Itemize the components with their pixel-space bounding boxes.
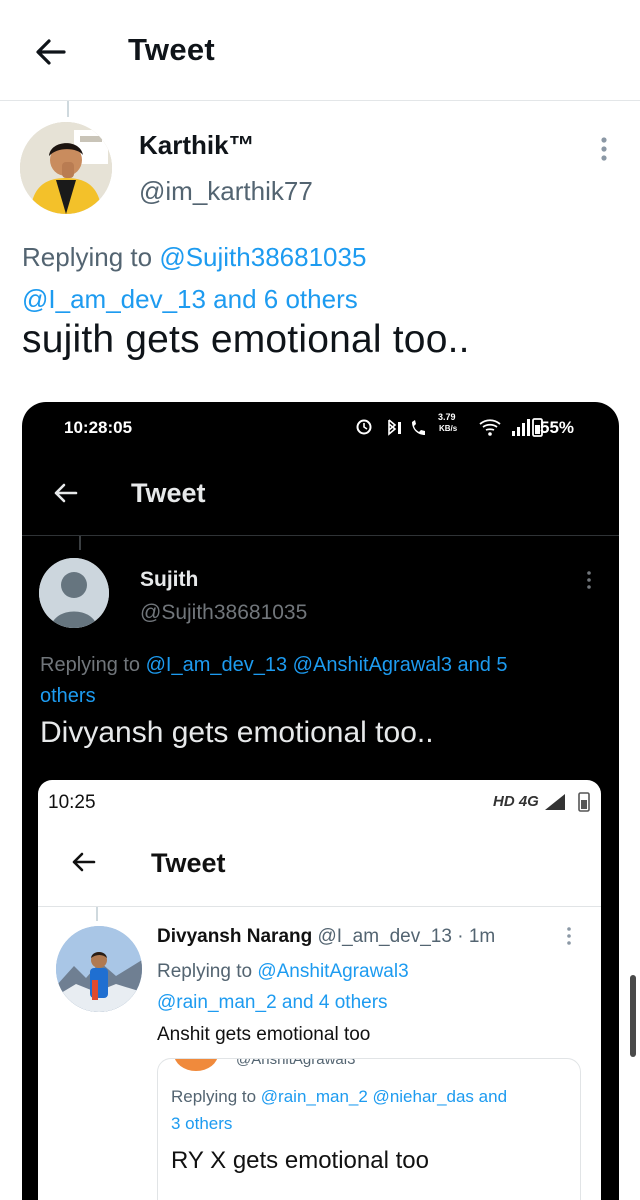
- tweet-text: sujith gets emotional too..: [22, 318, 470, 361]
- arrow-left-icon: [50, 478, 80, 508]
- mention-link: @rain_man_2 @niehar_das and: [260, 1087, 508, 1106]
- avatar: [174, 1059, 218, 1071]
- embedded-replying-to: Replying to @I_am_dev_13 @AnshitAgrawal3…: [40, 650, 600, 712]
- scrollbar[interactable]: [630, 975, 636, 1057]
- top-bar: Tweet: [0, 0, 640, 101]
- more-vertical-icon: [564, 926, 574, 946]
- net-speed: 3.79: [438, 412, 456, 422]
- status-time: 10:25: [48, 792, 96, 813]
- divider: [38, 906, 601, 907]
- replying-to: Replying to @Sujith38681035 @I_am_dev_13…: [22, 236, 622, 320]
- signal-battery-icon: [543, 790, 597, 814]
- embedded-tweet-text: RY X gets emotional too: [171, 1147, 429, 1174]
- embedded-author-handle: @I_am_dev_13 · 1m: [317, 926, 496, 947]
- status-time: 10:28:05: [64, 418, 133, 437]
- thread-connector: [79, 536, 81, 550]
- more-vertical-icon[interactable]: [596, 136, 612, 162]
- avatar: [56, 926, 142, 1012]
- embedded-tweet-text: Divyansh gets emotional too..: [40, 716, 434, 749]
- embedded-replying-to: Replying to @AnshitAgrawal3 @rain_man_2 …: [157, 956, 557, 1018]
- mention-link[interactable]: @Sujith38681035: [159, 242, 366, 272]
- battery-percent: 55%: [540, 418, 575, 437]
- embedded-tweet-text: Anshit gets emotional too: [157, 1024, 371, 1045]
- arrow-left-icon[interactable]: [30, 32, 70, 72]
- thread-connector: [67, 101, 69, 117]
- mention-link: others: [40, 685, 96, 707]
- author-name[interactable]: Karthik™: [139, 130, 255, 161]
- replying-prefix: Replying to: [171, 1087, 257, 1106]
- default-avatar-icon: [39, 558, 109, 628]
- clipped-handle: @AnshitAgrawal3: [236, 1058, 356, 1068]
- arrow-left-icon: [68, 847, 98, 877]
- replying-prefix: Replying to: [157, 961, 253, 982]
- embedded-page-title: Tweet: [131, 478, 206, 508]
- embedded-author-handle: @Sujith38681035: [140, 601, 308, 624]
- embedded-media-image: 10:25 HD 4G Tweet Divyansh Narang @I_am_…: [38, 780, 601, 1200]
- page-title: Tweet: [128, 32, 216, 67]
- avatar[interactable]: [20, 122, 112, 214]
- embedded-author-name: Divyansh Narang: [157, 926, 313, 947]
- mention-link[interactable]: @I_am_dev_13 and 6 others: [22, 284, 358, 314]
- mention-link: 3 others: [171, 1114, 233, 1133]
- embedded-author-name: Sujith: [140, 568, 199, 591]
- replying-prefix: Replying to: [22, 242, 153, 272]
- more-vertical-icon: [584, 570, 594, 590]
- network-indicator: HD 4G: [493, 793, 539, 810]
- embedded-author-line: Divyansh Narang @I_am_dev_13 · 1m: [157, 926, 495, 948]
- author-handle[interactable]: @im_karthik77: [139, 176, 313, 207]
- embedded-replying-to: Replying to @rain_man_2 @niehar_das and …: [171, 1083, 571, 1137]
- thread-connector: [96, 907, 98, 921]
- net-speed-unit: KB/s: [439, 424, 458, 433]
- embedded-page-title: Tweet: [151, 848, 226, 878]
- embedded-media-image: @AnshitAgrawal3 Replying to @rain_man_2 …: [157, 1058, 581, 1200]
- replying-prefix: Replying to: [40, 654, 141, 676]
- mention-link: @I_am_dev_13 @AnshitAgrawal3 and 5: [145, 654, 508, 676]
- mention-link: @AnshitAgrawal3: [257, 961, 409, 982]
- tweet-media-image[interactable]: 10:28:05 3.79 KB/s 55% Tweet Sujith @Suj…: [22, 402, 619, 1200]
- divider: [22, 535, 619, 536]
- mention-link: @rain_man_2 and 4 others: [157, 992, 388, 1013]
